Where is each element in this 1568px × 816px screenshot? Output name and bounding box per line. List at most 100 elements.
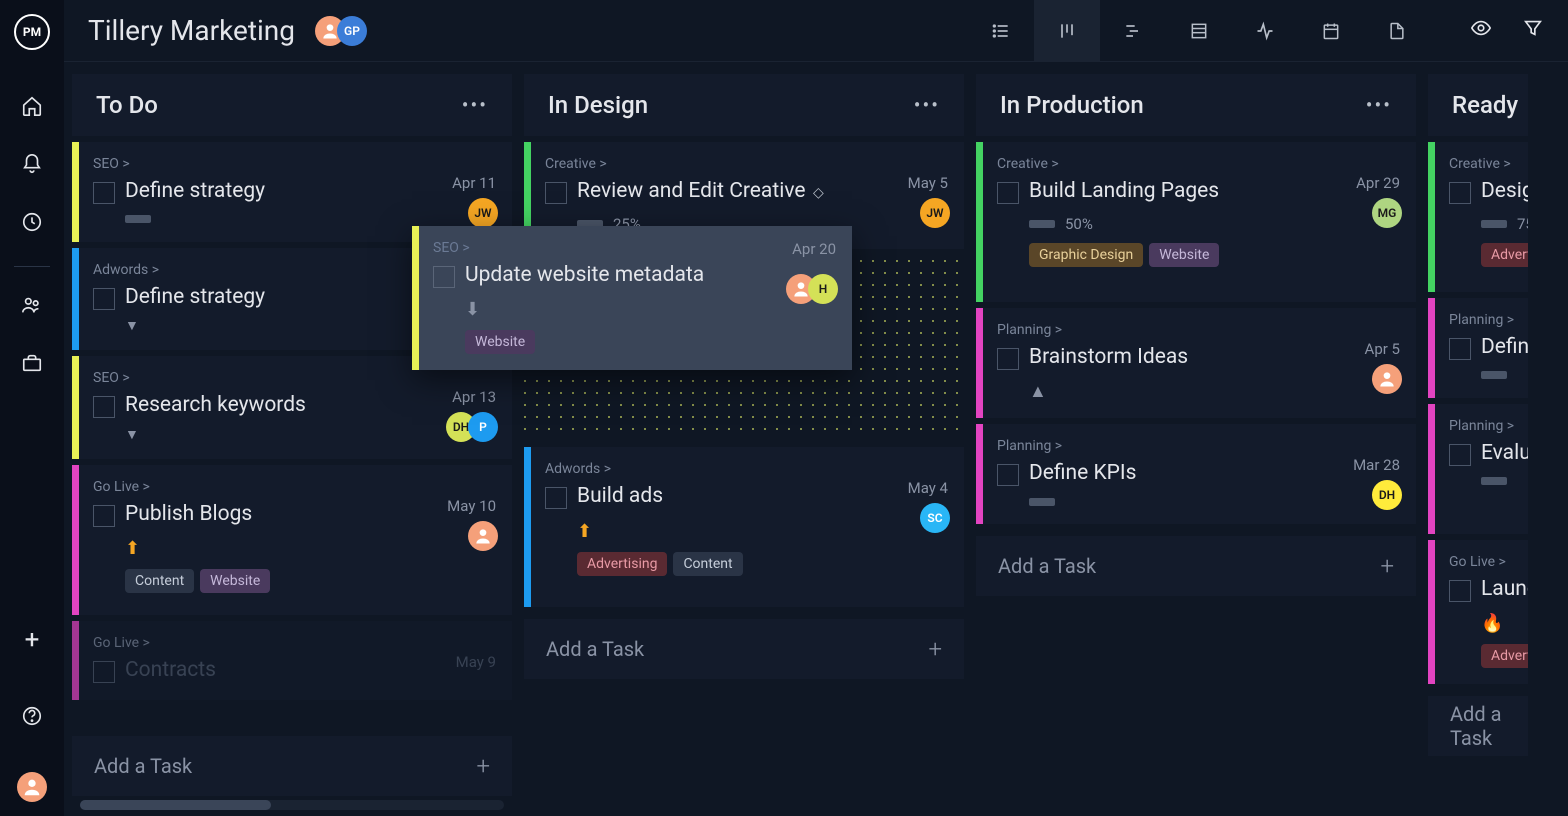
- task-checkbox[interactable]: [997, 464, 1019, 486]
- assignee-avatar[interactable]: [1372, 364, 1402, 394]
- tag[interactable]: Advertising: [577, 552, 667, 576]
- table-view-icon[interactable]: [1166, 0, 1232, 62]
- priority-high-icon: ⬆: [577, 521, 592, 542]
- tag[interactable]: Advertising: [1481, 243, 1528, 267]
- task-card[interactable]: Creative > Design 75% Advertising: [1428, 142, 1528, 292]
- add-icon[interactable]: +: [12, 620, 52, 660]
- activity-view-icon[interactable]: [1232, 0, 1298, 62]
- card-title: Evaluate and N: [1481, 440, 1528, 467]
- task-checkbox[interactable]: [93, 182, 115, 204]
- card-title: Launch: [1481, 576, 1528, 603]
- member-avatars[interactable]: GP: [315, 16, 367, 46]
- tag[interactable]: Content: [125, 569, 194, 593]
- assignee-avatar[interactable]: DH: [1372, 480, 1402, 510]
- chevron-down-icon[interactable]: ▼: [125, 426, 494, 443]
- column-menu-icon[interactable]: •••: [462, 93, 488, 117]
- card-category: Go Live >: [93, 479, 494, 495]
- plus-icon: +: [476, 752, 490, 780]
- card-category: Planning >: [997, 322, 1398, 338]
- avatar[interactable]: GP: [337, 16, 367, 46]
- visibility-icon[interactable]: [1470, 17, 1492, 44]
- dragging-task-card[interactable]: SEO > Update website metadata Apr 20 ⬇ H…: [412, 226, 852, 370]
- help-icon[interactable]: [12, 696, 52, 736]
- task-checkbox[interactable]: [997, 348, 1019, 370]
- add-task-button[interactable]: Add a Task +: [72, 736, 512, 796]
- task-checkbox[interactable]: [1449, 580, 1471, 602]
- task-checkbox[interactable]: [93, 661, 115, 683]
- task-card[interactable]: Go Live > Publish Blogs May 10 ⬆ Content…: [72, 465, 512, 615]
- task-card[interactable]: Creative > Build Landing Pages Apr 29 50…: [976, 142, 1416, 302]
- sidebar: PM +: [0, 0, 64, 816]
- card-category: SEO >: [93, 370, 494, 386]
- current-user-avatar[interactable]: [17, 772, 47, 802]
- scrollbar[interactable]: [80, 800, 504, 810]
- card-date: Apr 29: [1356, 174, 1400, 192]
- calendar-view-icon[interactable]: [1298, 0, 1364, 62]
- bell-icon[interactable]: [12, 144, 52, 184]
- column-menu-icon[interactable]: •••: [1366, 93, 1392, 117]
- task-checkbox[interactable]: [93, 288, 115, 310]
- gantt-view-icon[interactable]: [1100, 0, 1166, 62]
- assignee-avatar[interactable]: MG: [1372, 198, 1402, 228]
- list-view-icon[interactable]: [968, 0, 1034, 62]
- task-checkbox[interactable]: [433, 266, 455, 288]
- progress-indicator: [1029, 220, 1055, 228]
- task-card[interactable]: SEO > Research keywords Apr 13 ▼ DH P: [72, 356, 512, 458]
- clock-icon[interactable]: [12, 202, 52, 242]
- people-icon[interactable]: [12, 285, 52, 325]
- card-title: Design: [1481, 178, 1528, 205]
- filter-icon[interactable]: [1522, 17, 1544, 44]
- tag[interactable]: Advertising: [1481, 644, 1528, 668]
- add-task-button[interactable]: Add a Task +: [524, 619, 964, 679]
- priority-low-icon: ⬇: [465, 299, 480, 320]
- priority-up-icon: ▲: [1029, 381, 1047, 402]
- assignee-avatar[interactable]: [468, 521, 498, 551]
- task-checkbox[interactable]: [93, 505, 115, 527]
- task-checkbox[interactable]: [997, 182, 1019, 204]
- assignee-avatar[interactable]: P: [468, 412, 498, 442]
- assignee-avatar[interactable]: SC: [920, 503, 950, 533]
- kanban-board: To Do ••• SEO > Define strategy Apr 11 J…: [64, 62, 1568, 816]
- task-card[interactable]: Go Live > Launch 🔥 Advertising: [1428, 540, 1528, 684]
- tag[interactable]: Website: [465, 330, 535, 354]
- divider: [14, 266, 50, 267]
- plus-icon: +: [928, 635, 942, 663]
- task-checkbox[interactable]: [1449, 444, 1471, 466]
- column-menu-icon[interactable]: •••: [914, 93, 940, 117]
- card-category: Creative >: [1449, 156, 1528, 172]
- card-date: Apr 11: [452, 174, 496, 192]
- project-title: Tillery Marketing: [88, 14, 295, 47]
- card-category: Go Live >: [93, 635, 494, 651]
- assignee-avatar[interactable]: H: [808, 274, 838, 304]
- task-checkbox[interactable]: [545, 487, 567, 509]
- column-title: In Design: [548, 91, 648, 119]
- card-date: Apr 5: [1365, 340, 1400, 358]
- add-task-button[interactable]: Add a Task: [1428, 696, 1528, 756]
- file-view-icon[interactable]: [1364, 0, 1430, 62]
- app-logo[interactable]: PM: [14, 14, 50, 50]
- task-card[interactable]: Planning > Evaluate and N: [1428, 404, 1528, 534]
- add-task-button[interactable]: Add a Task +: [976, 536, 1416, 596]
- tag[interactable]: Content: [673, 552, 742, 576]
- tag[interactable]: Website: [200, 569, 270, 593]
- task-card[interactable]: Planning > Define KPIs Mar 28 DH: [976, 424, 1416, 524]
- briefcase-icon[interactable]: [12, 343, 52, 383]
- task-card[interactable]: Adwords > Build ads May 4 ⬆ SC Advertisi…: [524, 447, 964, 607]
- board-view-icon[interactable]: [1034, 0, 1100, 62]
- tag[interactable]: Website: [1149, 243, 1219, 267]
- assignee-avatar[interactable]: JW: [468, 198, 498, 228]
- assignee-avatar[interactable]: JW: [920, 198, 950, 228]
- task-card[interactable]: Planning > Brainstorm Ideas Apr 5 ▲: [976, 308, 1416, 418]
- plus-icon: +: [1380, 552, 1394, 580]
- card-title: Define KPIs: [1029, 460, 1398, 487]
- card-title: Build ads: [577, 483, 946, 510]
- task-card[interactable]: Go Live > Contracts May 9: [72, 621, 512, 700]
- task-checkbox[interactable]: [545, 182, 567, 204]
- task-checkbox[interactable]: [1449, 182, 1471, 204]
- task-card[interactable]: Planning > Define: [1428, 298, 1528, 398]
- task-checkbox[interactable]: [93, 396, 115, 418]
- card-title: Brainstorm Ideas: [1029, 344, 1398, 371]
- home-icon[interactable]: [12, 86, 52, 126]
- tag[interactable]: Graphic Design: [1029, 243, 1143, 267]
- task-checkbox[interactable]: [1449, 338, 1471, 360]
